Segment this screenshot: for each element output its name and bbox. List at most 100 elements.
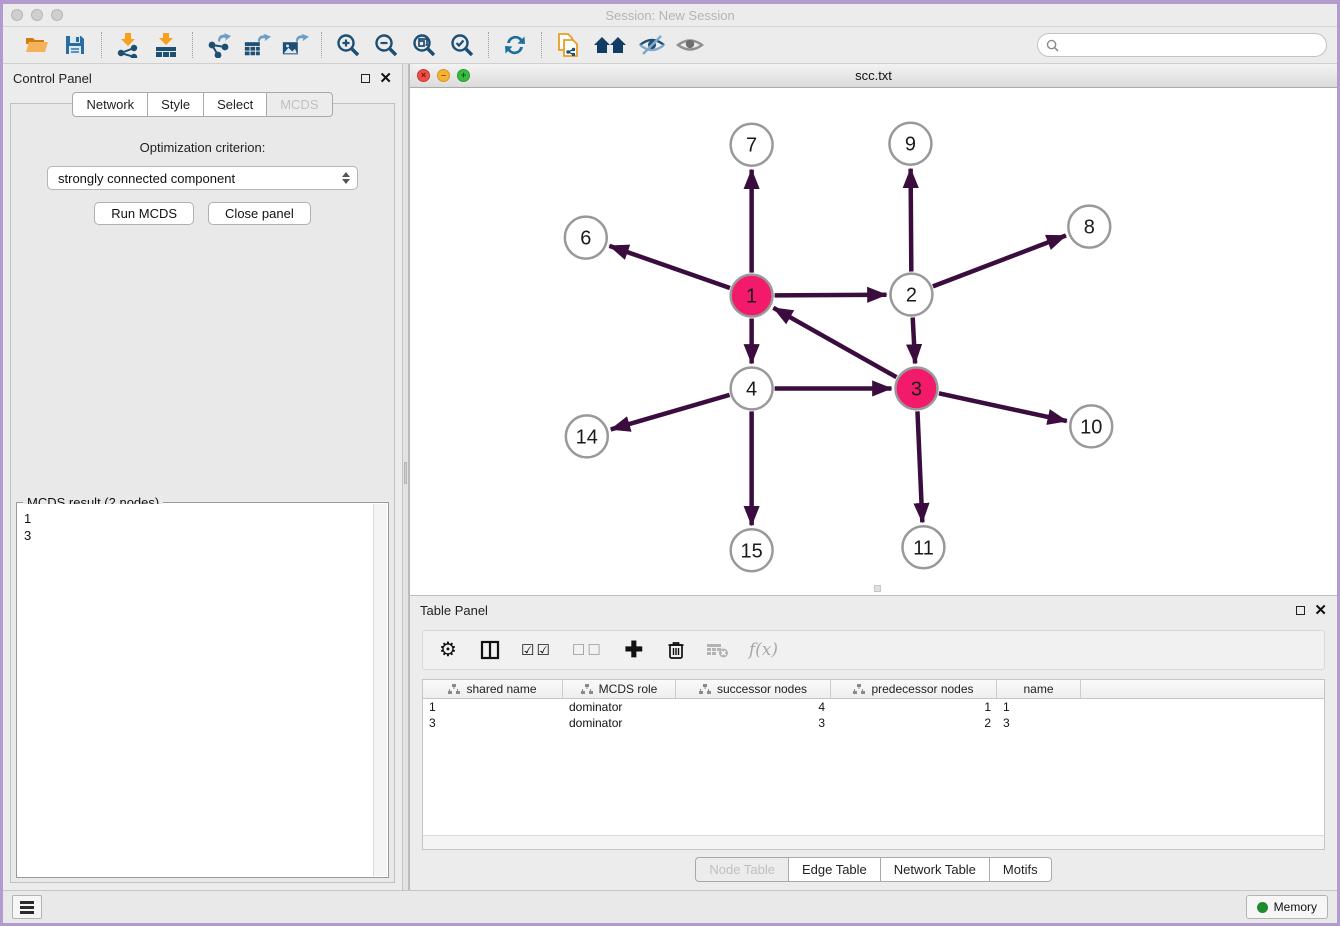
- status-bar: Memory: [3, 890, 1337, 923]
- mcds-result-list[interactable]: 1 3: [18, 504, 373, 876]
- cell-name[interactable]: 1: [997, 700, 1081, 714]
- tab-motifs[interactable]: Motifs: [989, 857, 1052, 882]
- checked-boxes-icon: ☑☑: [521, 641, 552, 659]
- float-table-panel-icon[interactable]: [1296, 606, 1305, 615]
- cell-predecessor-nodes[interactable]: 2: [831, 716, 997, 730]
- graph-edge-3-1[interactable]: [773, 308, 896, 377]
- close-panel-button[interactable]: Close panel: [208, 202, 311, 225]
- run-mcds-button[interactable]: Run MCDS: [94, 202, 194, 225]
- cell-shared-name[interactable]: 1: [423, 700, 563, 714]
- tab-select[interactable]: Select: [203, 92, 267, 117]
- zoom-fit-button[interactable]: [410, 31, 438, 59]
- tab-network[interactable]: Network: [72, 92, 148, 117]
- close-panel-icon[interactable]: ✕: [379, 71, 392, 86]
- export-table-icon: [243, 32, 271, 58]
- control-panel-header: Control Panel ✕: [3, 64, 402, 92]
- criterion-value: strongly connected component: [58, 171, 235, 186]
- graph-edge-2-3[interactable]: [913, 317, 915, 363]
- column-header-shared-name[interactable]: shared name: [423, 680, 563, 698]
- search-box[interactable]: [1037, 33, 1327, 57]
- zoom-in-icon: [335, 32, 361, 58]
- tab-node-table[interactable]: Node Table: [695, 857, 789, 882]
- control-panel: Control Panel ✕ Network Style Select MCD…: [3, 64, 402, 890]
- control-panel-title: Control Panel: [13, 71, 92, 86]
- column-header-name[interactable]: name: [997, 680, 1081, 698]
- table-row[interactable]: 1 dominator 4 1 1: [423, 699, 1324, 715]
- result-scrollbar[interactable]: [373, 504, 387, 876]
- zoom-in-button[interactable]: [334, 31, 362, 59]
- table-toolbar: ⚙ ☑☑ ☐☐ ✚: [422, 630, 1325, 670]
- graph-node-label-14: 14: [576, 426, 598, 448]
- tab-style[interactable]: Style: [147, 92, 204, 117]
- table-body[interactable]: 1 dominator 4 1 1 3 dominator 3 2 3: [423, 699, 1324, 835]
- show-columns-button[interactable]: [479, 638, 501, 662]
- memory-button[interactable]: Memory: [1246, 895, 1328, 919]
- tab-mcds[interactable]: MCDS: [266, 92, 332, 117]
- deselect-all-button[interactable]: ☐☐: [572, 638, 603, 662]
- column-header-predecessor-nodes[interactable]: predecessor nodes: [831, 680, 997, 698]
- search-input[interactable]: [1064, 38, 1318, 52]
- export-image-button[interactable]: [281, 31, 309, 59]
- table-horizontal-scrollbar[interactable]: [423, 835, 1324, 849]
- tab-network-table[interactable]: Network Table: [880, 857, 990, 882]
- panel-splitter[interactable]: [402, 64, 409, 890]
- float-panel-icon[interactable]: [361, 74, 370, 83]
- column-header-mcds-role[interactable]: MCDS role: [563, 680, 676, 698]
- table-row[interactable]: 3 dominator 3 2 3: [423, 715, 1324, 731]
- canvas-grip[interactable]: [874, 585, 881, 592]
- cell-predecessor-nodes[interactable]: 1: [831, 700, 997, 714]
- delete-table-icon: [707, 642, 729, 658]
- cell-successor-nodes[interactable]: 3: [676, 716, 831, 730]
- close-table-panel-icon[interactable]: ✕: [1314, 603, 1327, 618]
- plus-icon: ✚: [625, 639, 643, 661]
- graph-edge-1-6[interactable]: [609, 246, 730, 288]
- graph-edge-1-2[interactable]: [775, 295, 887, 296]
- graph-edge-3-11[interactable]: [917, 411, 922, 522]
- open-session-button[interactable]: [23, 31, 51, 59]
- toolbar-separator: [192, 32, 193, 58]
- graph-edge-4-14[interactable]: [611, 395, 730, 430]
- cell-shared-name[interactable]: 3: [423, 716, 563, 730]
- cell-name[interactable]: 3: [997, 716, 1081, 730]
- cell-mcds-role[interactable]: dominator: [563, 700, 676, 714]
- tab-edge-table[interactable]: Edge Table: [788, 857, 881, 882]
- splitter-grip[interactable]: [404, 462, 407, 484]
- attribute-icon: [853, 684, 865, 695]
- import-network-button[interactable]: [114, 31, 142, 59]
- copy-view-button[interactable]: [554, 31, 582, 59]
- task-history-button[interactable]: [12, 895, 42, 919]
- home-button[interactable]: [592, 31, 628, 59]
- refresh-button[interactable]: [501, 31, 529, 59]
- save-floppy-icon: [63, 33, 87, 57]
- graph-node-label-11: 11: [913, 537, 934, 559]
- graph-edge-2-9[interactable]: [911, 169, 912, 272]
- graph-edge-2-8[interactable]: [933, 236, 1066, 287]
- network-graph[interactable]: 7968124314101511: [410, 88, 1337, 595]
- select-all-button[interactable]: ☑☑: [521, 638, 552, 662]
- graph-node-label-1: 1: [746, 286, 757, 308]
- add-column-button[interactable]: ✚: [623, 638, 645, 662]
- main-toolbar: [3, 27, 1337, 64]
- zoom-selected-button[interactable]: [448, 31, 476, 59]
- network-canvas[interactable]: 7968124314101511: [410, 88, 1337, 595]
- export-table-button[interactable]: [243, 31, 271, 59]
- import-table-button[interactable]: [152, 31, 180, 59]
- zoom-out-button[interactable]: [372, 31, 400, 59]
- export-network-button[interactable]: [205, 31, 233, 59]
- save-session-button[interactable]: [61, 31, 89, 59]
- column-header-successor-nodes[interactable]: successor nodes: [676, 680, 831, 698]
- select-stepper-icon: [339, 172, 353, 184]
- show-panel-button[interactable]: [676, 31, 704, 59]
- graph-node-label-7: 7: [746, 135, 757, 157]
- table-settings-button[interactable]: ⚙: [437, 638, 459, 662]
- criterion-select[interactable]: strongly connected component: [47, 166, 358, 190]
- hide-panel-button[interactable]: [638, 31, 666, 59]
- cell-mcds-role[interactable]: dominator: [563, 716, 676, 730]
- export-network-icon: [205, 32, 233, 58]
- refresh-icon: [502, 32, 528, 58]
- delete-column-button[interactable]: [665, 638, 687, 662]
- apply-function-button: f(x): [749, 638, 778, 662]
- graph-edge-3-10[interactable]: [939, 393, 1067, 421]
- cell-successor-nodes[interactable]: 4: [676, 700, 831, 714]
- toolbar-separator: [541, 32, 542, 58]
